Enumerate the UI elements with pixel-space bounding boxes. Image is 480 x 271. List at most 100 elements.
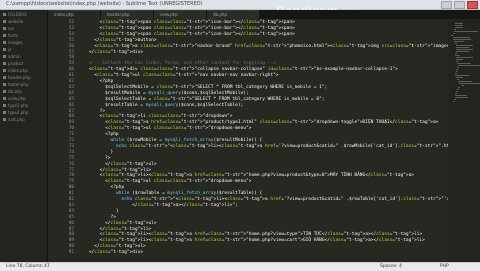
sidebar-item-label: index.php [8,67,28,73]
line-number: 77 [68,167,74,173]
sidebar-item[interactable]: index.php [0,67,47,73]
line-number: 71 [68,132,74,138]
line-number: 57 [68,49,74,55]
minimap-line [456,59,463,60]
minimap-line [461,85,464,86]
line-number: 62 [68,79,74,84]
editor-tab[interactable]: header.php [101,10,153,19]
line-number: 56 [68,43,74,49]
minimap-line [453,33,455,34]
editor-tab[interactable]: view.php [154,10,206,19]
editor-tab-label: view.php [160,12,178,17]
line-number: 74 [68,149,74,155]
sidebar-item[interactable]: view.php [0,95,47,101]
line-number: 66 [68,102,74,108]
sidebar-item[interactable]: footer.php [0,81,47,87]
line-number: 75 [68,155,74,161]
editor-tab[interactable]: index.php [48,10,100,19]
minimap-line [455,27,463,28]
sidebar-item-label: FOLDERS [8,11,27,17]
line-number: 85 [68,214,74,220]
sidebar-item[interactable]: images [0,39,47,45]
line-number: 76 [68,161,74,167]
maximize-button[interactable] [454,1,465,9]
file-icon [3,82,6,86]
file-icon [3,103,6,107]
folders-icon [3,12,6,16]
line-number: 54 [68,31,74,37]
indentation-setting[interactable]: Spaces: 4 [380,264,402,269]
sidebar-item[interactable]: fonts [0,32,47,38]
file-icon [3,19,6,23]
minimap-line [453,39,471,40]
file-icon [3,117,6,121]
code-line[interactable]: </class="t-tag">div> [78,250,143,256]
code-line[interactable]: echo class="t-str">"<class="t-tag">li><c… [78,144,480,150]
minimap-line [454,41,464,42]
line-number: 52 [68,20,74,25]
sidebar-item-label: css [8,25,15,31]
sidebar-item[interactable]: FOLDERS [0,11,47,17]
sidebar-item[interactable]: admin [0,53,47,59]
minimap-line [456,45,473,46]
file-icon [3,68,6,72]
sidebar-item[interactable]: type1.php [0,102,47,108]
close-button[interactable] [467,1,478,9]
file-icon [3,47,6,51]
minimap[interactable] [448,19,480,262]
editor-tab[interactable]: db.php [207,10,259,19]
minimap-line [456,51,469,52]
sidebar-item[interactable]: website [0,18,47,24]
minimap-line [457,79,459,80]
minimap-line [458,81,472,82]
file-sidebar: FOLDERS website css fonts images js admin produ… [0,10,48,262]
file-icon [3,89,6,93]
line-number: 88 [68,232,74,238]
sidebar-item[interactable]: js [0,46,47,52]
line-number-gutter: 52 53 54 55 56 57 58 59 60 61 62 63 64 65 66 67 68 69 70 71… [48,19,76,262]
sidebar-item-label: header.php [8,74,31,80]
minimize-button[interactable] [441,1,452,9]
minimap-line [451,35,453,36]
minimap-line [455,75,470,76]
syntax-mode[interactable]: PHP [440,264,449,269]
sidebar-item[interactable]: db.php [0,88,47,94]
file-icon [3,96,6,100]
minimap-line [455,97,468,98]
line-number: 70 [68,126,74,132]
file-icon [3,40,6,44]
line-number: 59 [68,61,74,67]
line-number: 87 [68,226,74,232]
line-number: 81 [68,191,74,197]
minimap-line [454,99,456,100]
minimap-line [456,47,470,48]
minimap-line [458,87,460,88]
sidebar-item-label: type1.php [8,102,29,108]
minimap-line [456,77,463,78]
minimap-line [456,61,458,62]
code-editor[interactable]: 52 53 54 55 56 57 58 59 60 61 62 63 64 65 66 67 68 69 70 71… [48,19,480,262]
file-icon [3,26,6,30]
code-line[interactable]: </class="t-tag">div> [78,50,143,56]
sidebar-item-label: images [8,39,23,45]
sidebar-item[interactable]: cart.php [0,116,47,122]
sidebar-item[interactable]: type2.php [0,109,47,115]
line-number: 63 [68,84,74,90]
file-icon [3,75,6,79]
minimap-line [455,95,468,96]
line-number: 68 [68,114,74,120]
minimap-line [455,43,457,44]
line-number: 90 [68,244,74,250]
minimap-line [456,91,458,92]
sidebar-item[interactable]: product [0,60,47,66]
sidebar-item[interactable]: css [0,25,47,31]
editor-tab-label: index.php [54,12,74,17]
sidebar-item[interactable]: header.php [0,74,47,80]
sidebar-item-label: website [8,18,24,24]
line-number: 69 [68,120,74,126]
line-number: 67 [68,108,74,114]
line-number: 84 [68,208,74,214]
file-icon [3,110,6,114]
line-number: 60 [68,67,74,73]
sidebar-item-label: type2.php [8,109,29,115]
